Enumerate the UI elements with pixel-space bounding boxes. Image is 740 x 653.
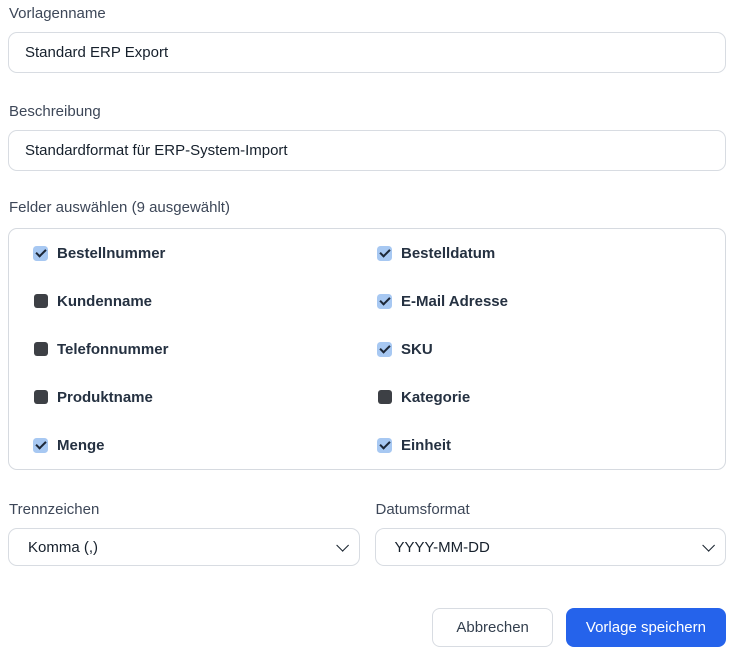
checkbox-checked-icon — [33, 245, 48, 261]
field-checkbox-item[interactable]: SKU — [377, 325, 701, 373]
delimiter-label: Trennzeichen — [9, 501, 100, 518]
field-checkbox-item[interactable]: Einheit — [377, 421, 701, 469]
format-options-row: Trennzeichen Komma (,) Datumsformat YYYY… — [8, 500, 726, 566]
field-checkbox-item[interactable]: Produktname — [33, 373, 357, 421]
field-checkbox-item[interactable]: E-Mail Adresse — [377, 277, 701, 325]
template-name-label: Vorlagenname — [9, 5, 106, 22]
form-actions: Abbrechen Vorlage speichern — [8, 608, 726, 647]
description-input[interactable] — [8, 130, 726, 171]
checkbox-unchecked-icon — [33, 294, 48, 308]
checkbox-checked-icon — [377, 245, 392, 261]
export-template-form: Vorlagenname Beschreibung Felder auswähl… — [0, 0, 740, 653]
cancel-button[interactable]: Abbrechen — [432, 608, 553, 647]
date-format-select[interactable]: YYYY-MM-DD — [374, 528, 726, 566]
checkbox-checked-icon — [377, 437, 392, 453]
delimiter-selected-value: Komma (,) — [28, 538, 99, 556]
description-label: Beschreibung — [9, 103, 101, 120]
checkbox-checked-icon — [377, 293, 392, 309]
field-checkbox-item[interactable]: Kategorie — [377, 373, 701, 421]
checkbox-unchecked-icon — [377, 390, 392, 404]
chevron-down-icon — [335, 538, 349, 552]
delimiter-select[interactable]: Komma (,) — [8, 528, 360, 566]
checkbox-unchecked-icon — [33, 342, 48, 356]
date-format-label: Datumsformat — [375, 501, 470, 518]
field-checkbox-item[interactable]: Bestellnummer — [33, 229, 357, 277]
template-name-input[interactable] — [8, 32, 726, 73]
field-checkbox-grid: Bestellnummer Bestelldatum Kundenname E-… — [8, 228, 726, 470]
field-checkbox-item[interactable]: Menge — [33, 421, 357, 469]
field-checkbox-item[interactable]: Kundenname — [33, 277, 357, 325]
chevron-down-icon — [702, 538, 715, 552]
field-checkbox-item[interactable]: Telefonnummer — [33, 325, 357, 373]
date-format-selected-value: YYYY-MM-DD — [394, 538, 490, 556]
checkbox-checked-icon — [33, 437, 48, 453]
checkbox-checked-icon — [377, 341, 392, 357]
fields-section-label: Felder auswählen (9 ausgewählt) — [9, 199, 230, 216]
checkbox-unchecked-icon — [33, 390, 48, 404]
field-checkbox-item[interactable]: Bestelldatum — [377, 229, 701, 277]
save-template-button[interactable]: Vorlage speichern — [565, 608, 726, 647]
